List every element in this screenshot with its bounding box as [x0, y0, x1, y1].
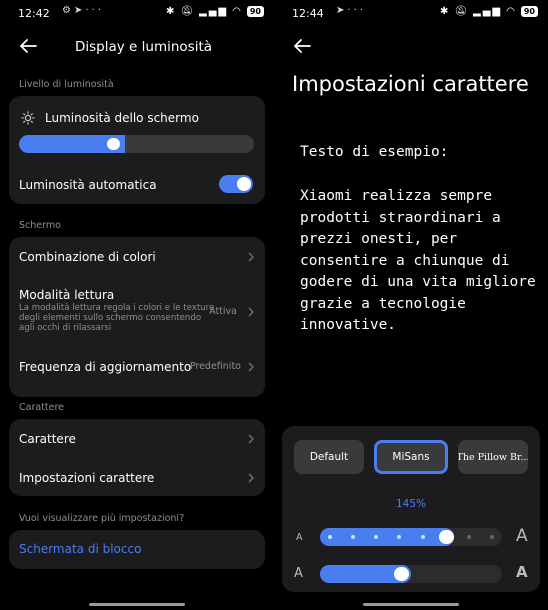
header [274, 30, 548, 64]
font-option-misans[interactable]: MiSans [374, 440, 448, 474]
chevron-right-icon [247, 473, 255, 483]
brightness-slider-knob[interactable] [107, 138, 120, 150]
battery-icon: 90 [246, 6, 264, 17]
battery-icon: 90 [520, 6, 538, 17]
bluetooth-icon: ✱ [439, 6, 451, 17]
font-size-slider[interactable] [320, 528, 502, 546]
color-scheme-label: Combinazione di colori [19, 250, 156, 264]
status-bar: 12:44 ➤··· ✱ 🔕︎ ▂▄▆ ◠ 90 [274, 0, 548, 26]
chevron-right-icon [247, 434, 255, 444]
font-option-pillow[interactable]: The Pillow Br... [458, 440, 528, 474]
system-icons: ✱ 🔕︎ ▂▄▆ ◠ 90 [166, 6, 264, 17]
sample-label: Testo di esempio: [300, 144, 449, 160]
page-title: Display e luminosità [75, 39, 213, 55]
lockscreen-card: Schermata di blocco [9, 530, 265, 569]
brightness-label: Luminosità dello schermo [45, 111, 199, 125]
wifi-icon: ◠ [232, 6, 243, 17]
font-size-step-dot [466, 535, 471, 539]
auto-brightness-label: Luminosità automatica [19, 178, 157, 192]
section-label-screen: Schermo [19, 220, 61, 231]
page-title: Impostazioni carattere [292, 72, 529, 96]
font-size-step-dot [490, 535, 494, 539]
home-indicator[interactable] [363, 603, 459, 606]
home-indicator[interactable] [89, 603, 185, 606]
font-weight-slider[interactable] [320, 565, 502, 583]
reading-mode-description: La modalità lettura regola i colori e le… [19, 303, 215, 333]
font-option-default[interactable]: Default [294, 440, 364, 474]
signal-icon: ▂▄▆ [199, 6, 229, 17]
font-settings-row[interactable]: Impostazioni carattere [19, 471, 255, 487]
brightness-card: Luminosità dello schermo Luminosità auto… [9, 96, 265, 204]
status-time: 12:44 [292, 7, 324, 20]
font-control-panel: Default MiSans The Pillow Br... 145% A A… [282, 426, 540, 592]
display-settings-screen: 12:42 ⚙➤··· ✱ 🔕︎ ▂▄▆ ◠ 90 Display e lumi… [0, 0, 274, 610]
chevron-right-icon [247, 307, 255, 317]
color-scheme-row[interactable]: Combinazione di colori [19, 250, 255, 266]
lockscreen-link[interactable]: Schermata di blocco [19, 542, 255, 556]
font-size-slider-knob[interactable] [438, 530, 454, 544]
size-small-label: A [296, 532, 303, 543]
zoom-level: 145% [395, 498, 427, 510]
refresh-rate-row[interactable]: Frequenza di aggiornamento Predefinito [19, 360, 255, 376]
screen-card: Combinazione di colori Modalità lettura … [9, 237, 265, 397]
font-size-step-dot [328, 535, 332, 539]
mute-icon: 🔕︎ [454, 6, 470, 17]
sun-icon [21, 110, 35, 125]
brightness-slider[interactable] [19, 135, 254, 153]
more-settings-label: Vuoi visualizzare più impostazioni? [19, 513, 185, 524]
chevron-right-icon [247, 362, 255, 372]
back-arrow-icon[interactable] [18, 36, 38, 56]
chevron-right-icon [247, 252, 255, 262]
signal-icon: ▂▄▆ [473, 6, 503, 17]
bluetooth-icon: ✱ [165, 6, 177, 17]
refresh-rate-value: Predefinito [189, 361, 241, 372]
system-icons: ✱ 🔕︎ ▂▄▆ ◠ 90 [440, 6, 538, 17]
wifi-icon: ◠ [506, 6, 517, 17]
notification-icons: ➤··· [336, 5, 366, 16]
font-card: Carattere Impostazioni carattere [9, 419, 265, 496]
auto-brightness-toggle[interactable] [219, 175, 253, 193]
font-size-step-dot [420, 535, 425, 539]
weight-light-label: A [294, 566, 303, 581]
mute-icon: 🔕︎ [180, 6, 196, 17]
toggle-knob [237, 177, 251, 191]
brightness-slider-fill [19, 135, 125, 153]
font-size-slider-fill [320, 528, 454, 546]
refresh-rate-label: Frequenza di aggiornamento [19, 360, 192, 374]
notification-icons: ⚙➤··· [62, 5, 104, 16]
section-label-font: Carattere [19, 402, 65, 413]
weight-bold-label: A [516, 563, 528, 581]
sample-text: Xiaomi realizza sempre prodotti straordi… [300, 188, 536, 333]
font-settings-screen: 12:44 ➤··· ✱ 🔕︎ ▂▄▆ ◠ 90 Impostazioni ca… [274, 0, 548, 610]
header: Display e luminosità [0, 30, 274, 64]
reading-mode-label: Modalità lettura [19, 288, 115, 302]
font-weight-slider-knob[interactable] [394, 567, 409, 581]
back-arrow-icon[interactable] [292, 36, 312, 56]
status-time: 12:42 [18, 7, 50, 20]
font-row[interactable]: Carattere [19, 432, 255, 448]
font-settings-label: Impostazioni carattere [19, 471, 155, 485]
size-large-label: A [516, 526, 528, 546]
status-bar: 12:42 ⚙➤··· ✱ 🔕︎ ▂▄▆ ◠ 90 [0, 0, 274, 26]
section-label-brightness: Livello di luminosità [19, 79, 114, 90]
font-label: Carattere [19, 432, 76, 446]
